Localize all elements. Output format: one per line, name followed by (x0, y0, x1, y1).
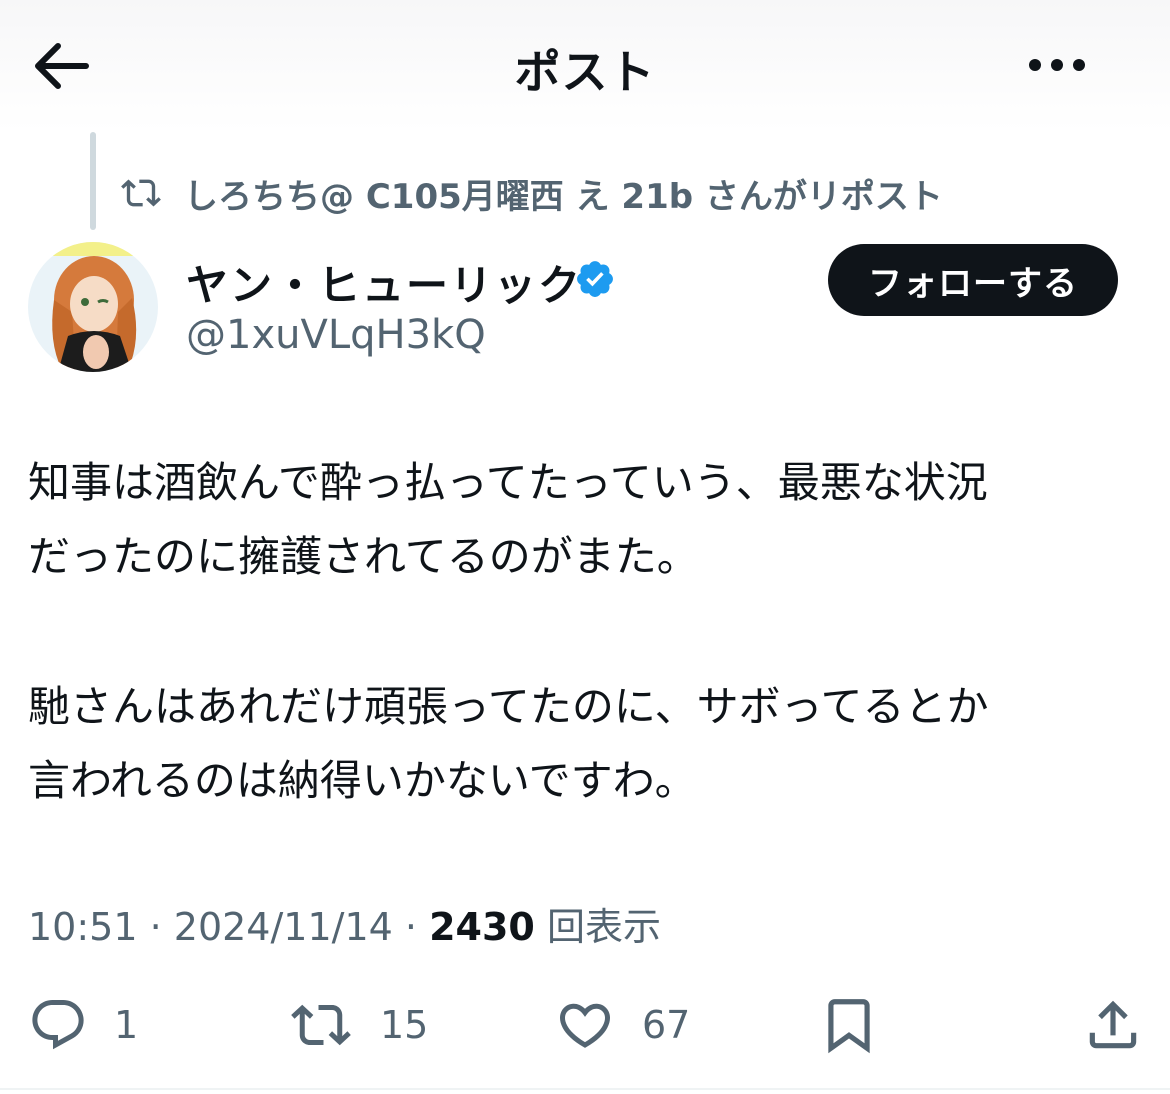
repost-label: しろちち@ C105月曜西 え 21b さんがリポスト (184, 176, 943, 217)
post-meta: 10:51 · 2024/11/14 · 2430 回表示 (28, 896, 661, 951)
top-bar: ポスト (0, 0, 1170, 132)
avatar[interactable] (28, 242, 158, 372)
meta-separator: · (149, 905, 174, 949)
share-icon (1089, 1000, 1137, 1049)
like-count: 67 (642, 1003, 691, 1047)
post-line: 知事は酒飲んで酔っ払ってたっていう、最悪な状況 (28, 458, 988, 507)
meta-separator: · (404, 905, 430, 949)
repost-count: 15 (380, 1003, 429, 1047)
repost-icon (121, 179, 161, 207)
page-title: ポスト (514, 45, 656, 99)
bookmark-button[interactable] (818, 990, 880, 1060)
verified-badge-icon (577, 261, 613, 297)
bookmark-icon (828, 999, 870, 1054)
follow-button[interactable]: フォローする (828, 244, 1118, 316)
thread-line (90, 132, 96, 230)
share-button[interactable] (1082, 990, 1144, 1060)
more-button[interactable] (1022, 50, 1092, 80)
more-horizontal-icon (1029, 59, 1085, 71)
action-bar: 1 15 67 (0, 990, 1170, 1060)
reply-icon (32, 1000, 84, 1050)
author-handle[interactable]: @1xuVLqH3kQ (186, 312, 486, 358)
post-line: だったのに擁護されてるのがまた。 (28, 532, 699, 581)
repost-context[interactable]: しろちち@ C105月曜西 え 21b さんがリポスト (118, 168, 943, 218)
repost-button[interactable]: 15 (288, 990, 428, 1060)
like-button[interactable]: 67 (554, 990, 690, 1060)
post-line: 馳さんはあれだけ頑張ってたのに、サボってるとか (28, 682, 989, 731)
post-date[interactable]: 2024/11/14 (174, 905, 393, 949)
repost-icon (291, 1004, 351, 1046)
post-text: 知事は酒飲んで酔っ払ってたっていう、最悪な状況 だったのに擁護されてるのがまた。… (28, 446, 1148, 818)
reply-count: 1 (114, 1003, 139, 1047)
reply-button[interactable]: 1 (28, 990, 138, 1060)
post-time[interactable]: 10:51 (28, 905, 138, 949)
post-line: 言われるのは納得いかないですわ。 (28, 756, 697, 805)
divider (0, 1088, 1170, 1090)
heart-icon (559, 1003, 611, 1048)
author-display-name[interactable]: ヤン・ヒューリック (186, 252, 582, 313)
view-count: 2430 (429, 905, 535, 949)
view-count-label: 回表示 (546, 905, 661, 949)
